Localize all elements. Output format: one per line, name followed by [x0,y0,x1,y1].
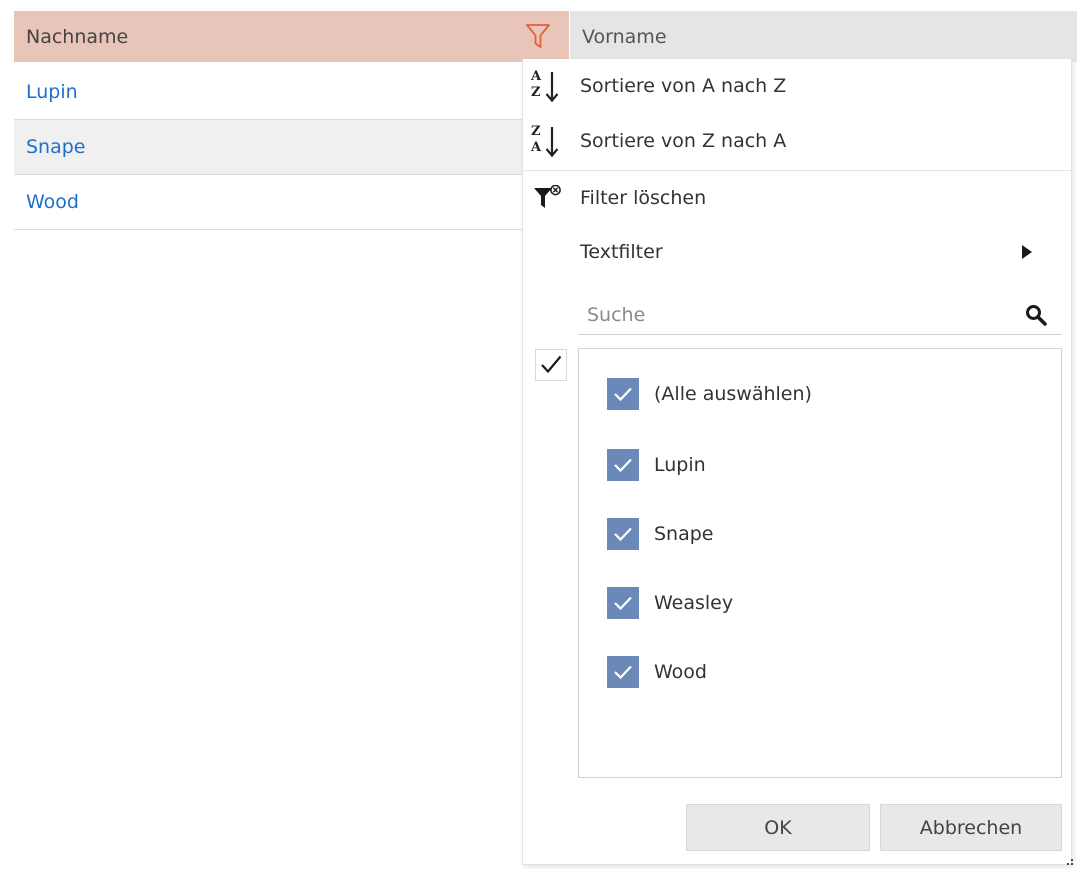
text-filter-item[interactable]: Textfilter [523,225,1071,279]
check-icon[interactable] [535,349,567,381]
list-item[interactable]: Snape [607,517,714,551]
sort-descending-label: Sortiere von Z nach A [580,130,787,152]
checkmark-icon [614,665,632,680]
sort-ascending-label: Sortiere von A nach Z [580,75,787,97]
resize-grip-icon[interactable] [1066,858,1074,866]
table-row[interactable]: Snape [14,120,569,175]
filter-icon[interactable] [525,22,551,50]
list-item-select-all[interactable]: (Alle auswählen) [607,377,812,411]
ok-button[interactable]: OK [686,804,870,851]
clear-filter-item[interactable]: Filter löschen [523,171,1071,225]
list-item[interactable]: Lupin [607,448,706,482]
checkmark-icon [614,458,632,473]
checkbox[interactable] [607,587,639,619]
checkbox-label: (Alle auswählen) [654,383,812,405]
checkbox-label: Wood [654,661,707,683]
checkmark-icon [614,527,632,542]
column-header-label: Vorname [582,25,667,48]
filter-values-list: (Alle auswählen) Lupin Snape Weasley Woo… [578,348,1062,778]
sort-ascending-item[interactable]: A Z Sortiere von A nach Z [523,59,1071,113]
clear-filter-label: Filter löschen [580,187,707,209]
cell-nachname: Lupin [26,81,78,103]
submenu-arrow-icon [1022,245,1032,259]
text-filter-label: Textfilter [580,241,663,263]
checkmark-icon [614,596,632,611]
filter-popup: A Z Sortiere von A nach Z Z A Sortiere v… [522,59,1072,865]
checkbox[interactable] [607,518,639,550]
cell-nachname: Wood [26,191,79,213]
sort-a-to-z-icon: A Z [529,69,569,105]
clear-filter-icon [534,185,561,208]
cancel-button-label: Abbrechen [919,816,1023,839]
checkbox-label: Lupin [654,454,706,476]
cell-nachname: Snape [26,136,86,158]
checkbox[interactable] [607,378,639,410]
column-header-nachname[interactable]: Nachname [14,11,569,62]
column-header-label: Nachname [26,25,129,48]
column-header-vorname[interactable]: Vorname [570,11,1077,62]
list-item[interactable]: Weasley [607,586,733,620]
checkbox-label: Weasley [654,592,734,614]
sort-z-to-a-icon: Z A [529,124,569,160]
checkbox-label: Snape [654,523,714,545]
checkbox[interactable] [607,656,639,688]
sort-descending-item[interactable]: Z A Sortiere von Z nach A [523,114,1071,168]
search-icon[interactable] [1025,304,1047,326]
checkmark-icon [614,387,632,402]
list-item[interactable]: Wood [607,655,707,689]
table-row[interactable]: Lupin [14,65,569,120]
checkbox[interactable] [607,449,639,481]
ok-button-label: OK [764,816,792,839]
table-row[interactable]: Wood [14,175,569,230]
search-box [578,295,1062,335]
search-input[interactable] [578,295,1019,335]
cancel-button[interactable]: Abbrechen [880,804,1062,851]
